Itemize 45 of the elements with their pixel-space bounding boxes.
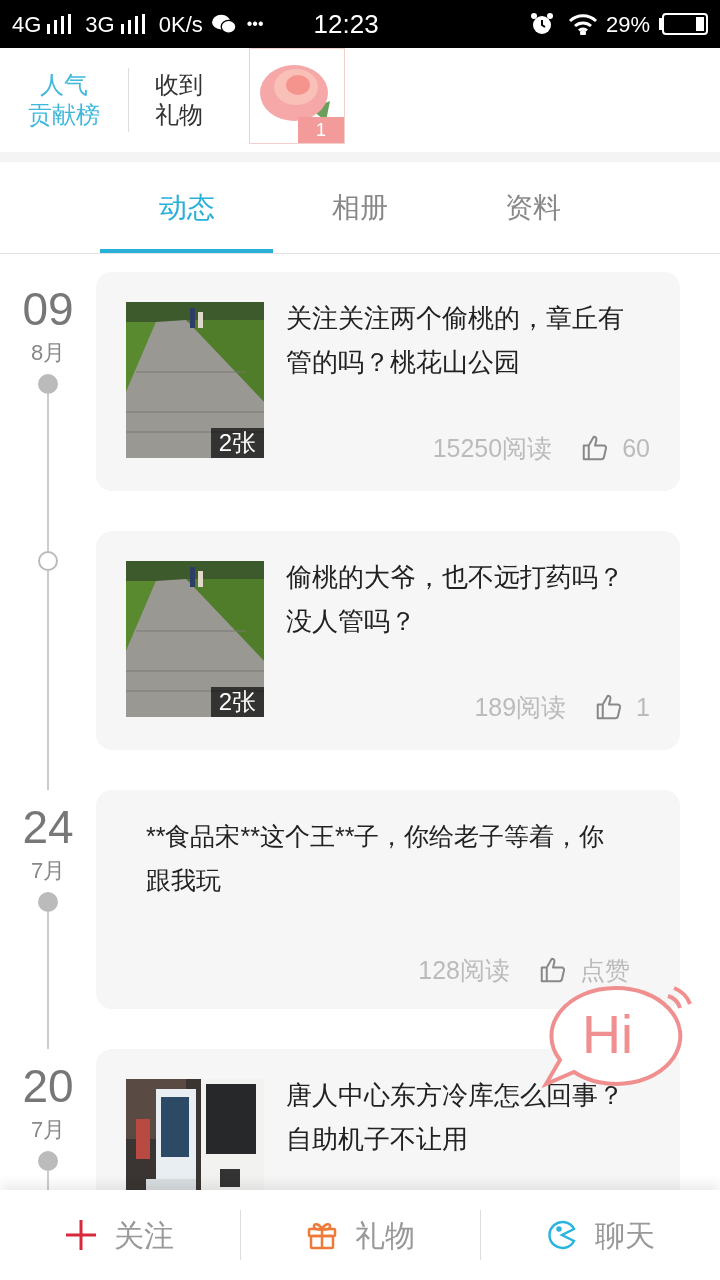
clock-time: 12:23 — [313, 7, 379, 41]
read-count: 128阅读 — [418, 954, 510, 986]
alarm-icon — [529, 12, 554, 36]
plus-icon — [66, 1220, 96, 1250]
more-notifications: ••• — [246, 14, 264, 34]
network-label: 3G — [85, 10, 115, 39]
chat-face-icon — [546, 1220, 577, 1250]
received-gifts-label: 收到 礼物 — [154, 70, 204, 130]
signal-icon — [45, 14, 74, 34]
network-speed: 0K/s — [158, 10, 203, 39]
gift-icon — [306, 1220, 337, 1250]
post-card[interactable]: 2张 关注关注两个偷桃的，章丘有管的吗？桃花山公园 15250阅读 60 — [96, 272, 680, 491]
like-count: 60 — [622, 432, 650, 464]
like-count: 1 — [636, 691, 650, 723]
network-label: 4G — [12, 10, 42, 39]
read-count: 189阅读 — [474, 691, 567, 723]
post-card[interactable]: 2张 偷桃的大爷，也不远打药吗？没人管吗？ 189阅读 1 — [96, 531, 680, 750]
post-month: 8月 — [30, 339, 66, 367]
gift-thumbnail[interactable]: 1 — [249, 48, 345, 144]
chat-button[interactable]: 聊天 — [481, 1212, 720, 1258]
photo-count-label: 2张 — [210, 428, 264, 458]
gift-count-badge: 1 — [298, 117, 344, 143]
post-text: 偷桃的大爷，也不远打药吗？没人管吗？ — [286, 561, 625, 638]
battery-percent: 29% — [605, 10, 650, 39]
gift-button[interactable]: 礼物 — [241, 1212, 480, 1258]
post-card[interactable]: **食品宋**这个王**子，你给老子等着，你跟我玩 128阅读 点赞 — [96, 790, 680, 1009]
tab[interactable]: 动态 — [100, 162, 273, 253]
signal-icon — [118, 14, 147, 34]
post-day: 20 — [22, 1061, 74, 1111]
post-text: **食品宋**这个王**子，你给老子等着，你跟我玩 — [146, 821, 606, 896]
post-month: 7月 — [30, 857, 66, 885]
post-day: 09 — [22, 284, 74, 334]
like-count: 点赞 — [580, 954, 630, 986]
battery-icon — [658, 13, 708, 35]
tab[interactable]: 相册 — [273, 162, 446, 253]
photo-count-label: 2张 — [210, 687, 264, 717]
tab[interactable]: 资料 — [446, 162, 619, 253]
read-count: 15250阅读 — [432, 432, 553, 464]
chat-bubbles-icon — [210, 13, 237, 35]
post-text: 关注关注两个偷桃的，章丘有管的吗？桃花山公园 — [286, 302, 625, 379]
follow-button[interactable]: 关注 — [0, 1212, 240, 1258]
wifi-icon — [567, 13, 598, 35]
popularity-ranking-link[interactable]: 人气 贡献榜 — [0, 70, 128, 130]
post-month: 7月 — [30, 1116, 66, 1144]
post-day: 24 — [22, 802, 74, 852]
